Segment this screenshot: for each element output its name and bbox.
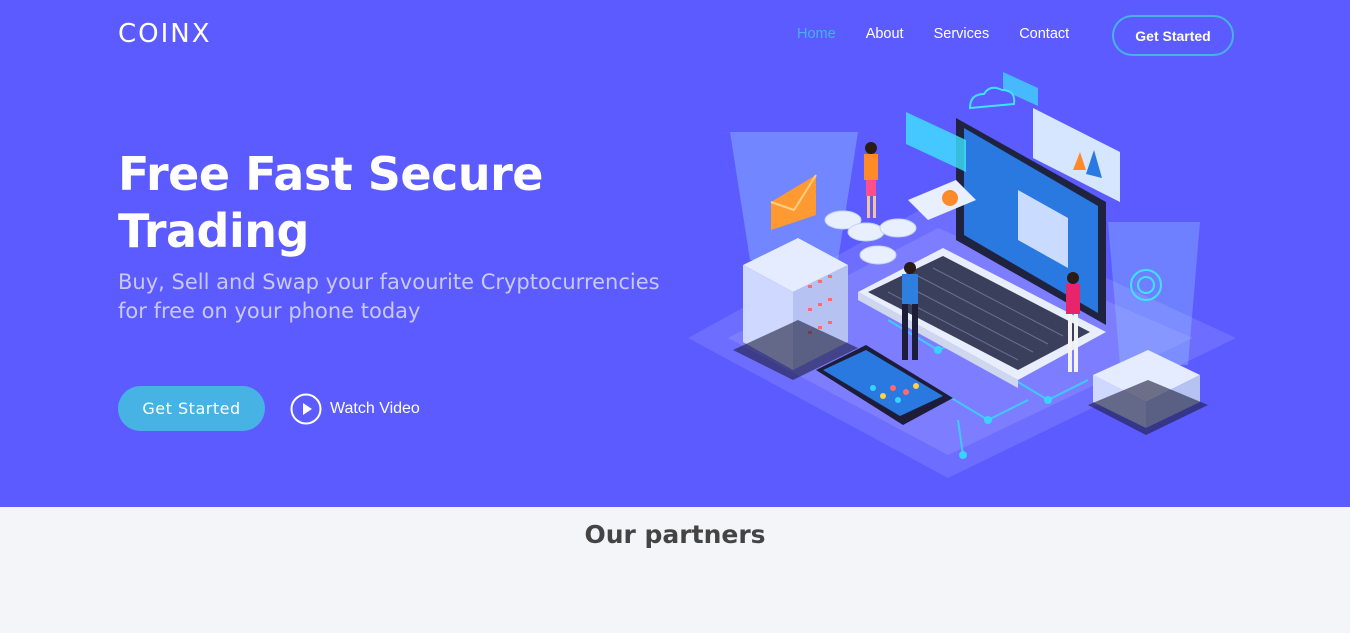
- hero-section: COINX Home About Services Contact Get St…: [0, 0, 1350, 507]
- logo[interactable]: COINX: [118, 19, 212, 49]
- nav-get-started-button[interactable]: Get Started: [1112, 15, 1234, 56]
- hero-title: Free Fast Secure Trading: [118, 146, 678, 260]
- nav-services[interactable]: Services: [934, 26, 990, 42]
- hero-title-line1: Free Fast Secure: [118, 147, 543, 201]
- hero-title-line2: Trading: [118, 204, 309, 258]
- main-nav: Home About Services Contact: [797, 26, 1099, 42]
- partners-title: Our partners: [584, 520, 766, 549]
- hero-subtitle: Buy, Sell and Swap your favourite Crypto…: [118, 268, 698, 326]
- person-left: [864, 142, 878, 218]
- hero-get-started-button[interactable]: Get Started: [118, 386, 265, 431]
- watch-video-link[interactable]: Watch Video: [290, 393, 420, 425]
- play-circle-icon[interactable]: [290, 393, 322, 425]
- nav-about[interactable]: About: [866, 26, 904, 42]
- watch-video-label: Watch Video: [330, 400, 420, 417]
- hero-subtitle-line2: for free on your phone today: [118, 299, 421, 323]
- nav-contact[interactable]: Contact: [1019, 26, 1069, 42]
- nav-home[interactable]: Home: [797, 26, 836, 42]
- hero-subtitle-line1: Buy, Sell and Swap your favourite Crypto…: [118, 270, 660, 294]
- hero-illustration: [688, 72, 1236, 478]
